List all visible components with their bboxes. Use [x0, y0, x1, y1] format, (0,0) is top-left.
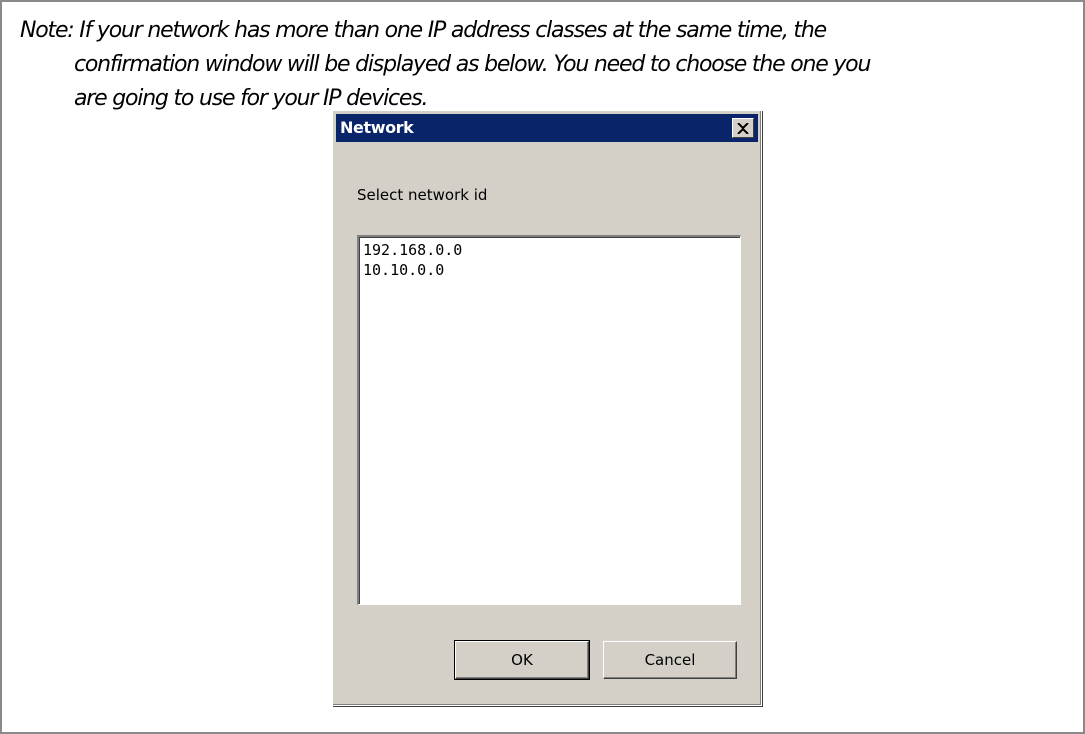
close-icon [737, 122, 749, 134]
list-item[interactable]: 10.10.0.0 [363, 260, 736, 280]
note-text: Note: If your network has more than one … [20, 14, 1020, 116]
note-line-2: confirmation window will be displayed as… [74, 52, 871, 77]
note-line-1: Note: If your network has more than one … [20, 18, 827, 43]
cancel-button[interactable]: Cancel [603, 641, 737, 679]
select-network-label: Select network id [357, 186, 488, 204]
list-item[interactable]: 192.168.0.0 [363, 240, 736, 260]
close-button[interactable] [732, 118, 754, 138]
network-dialog: Network Select network id 192.168.0.0 10… [332, 110, 762, 706]
dialog-title: Network [340, 118, 414, 137]
title-bar[interactable]: Network [336, 114, 758, 142]
network-id-listbox[interactable]: 192.168.0.0 10.10.0.0 [357, 235, 741, 605]
ok-button[interactable]: OK [454, 640, 590, 680]
